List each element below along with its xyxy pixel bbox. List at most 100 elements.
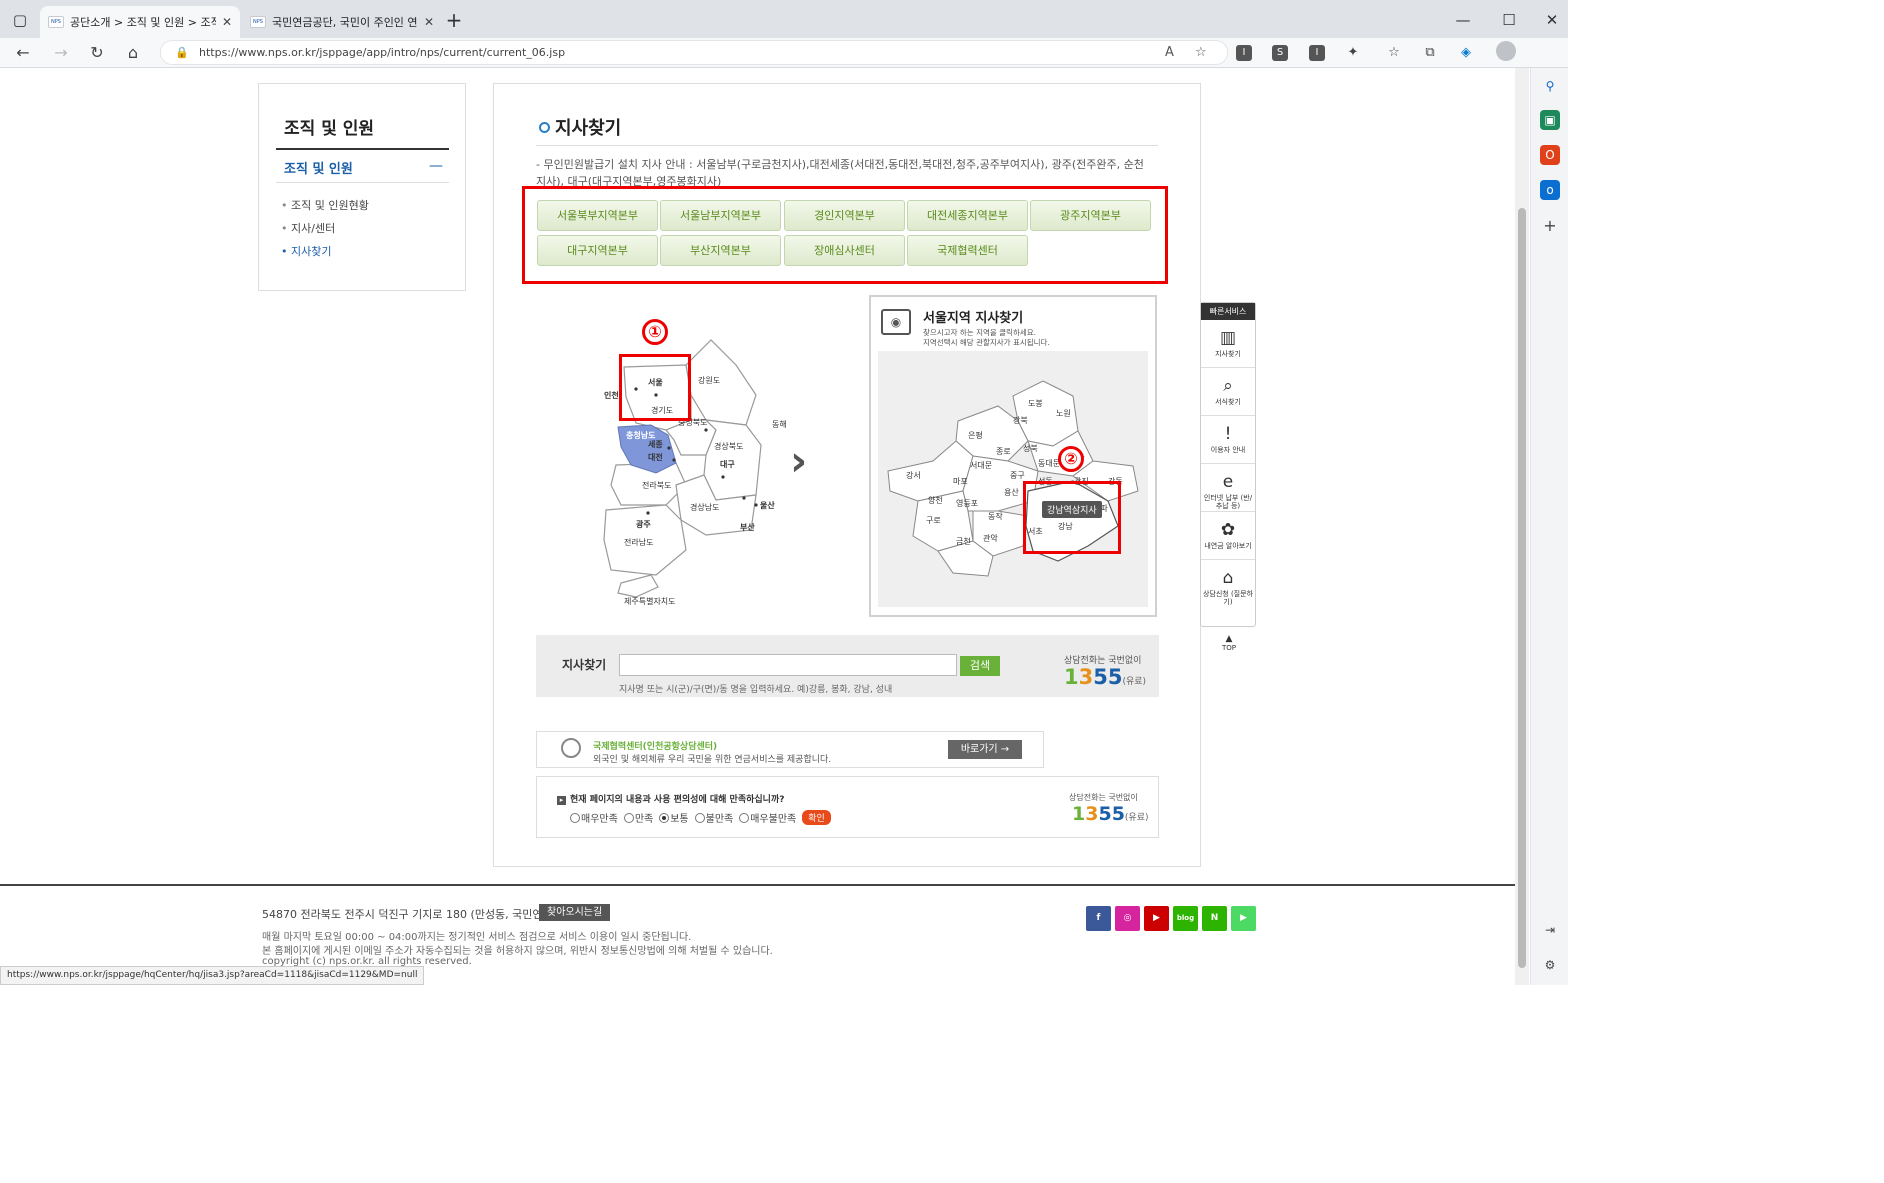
seoul-label: 구로	[926, 516, 941, 525]
office-icon[interactable]: O	[1540, 145, 1560, 165]
directions-button[interactable]: 찾아오시는길	[539, 904, 611, 921]
seoul-label: 영등포	[956, 498, 978, 508]
tab-close-icon[interactable]: ✕	[424, 15, 434, 29]
collections-icon[interactable]: ⧉	[1420, 43, 1440, 63]
lnb-list: 조직 및 인원현황 지사/센터 지사찾기	[281, 197, 369, 266]
extensions-puzzle-icon[interactable]: ✦	[1343, 43, 1363, 63]
lnb-item-branch-center[interactable]: 지사/센터	[281, 220, 369, 243]
edge-feature-icon[interactable]: ◈	[1456, 43, 1476, 63]
instagram-icon[interactable]: ◎	[1115, 906, 1140, 931]
scrollbar-thumb[interactable]	[1518, 208, 1526, 968]
facebook-icon[interactable]: f	[1086, 906, 1111, 931]
quick-item[interactable]: ⌕ 서식찾기	[1201, 368, 1255, 416]
forward-icon[interactable]: →	[49, 41, 73, 65]
favorites-icon[interactable]: ☆	[1384, 43, 1404, 63]
extension-icon[interactable]: S	[1272, 45, 1288, 61]
quick-item[interactable]: e 인터넷 납부 (반/추납 등)	[1201, 464, 1255, 512]
page-title-text: 지사찾기	[555, 118, 622, 139]
blog-icon[interactable]: blog	[1173, 906, 1198, 931]
radio-button[interactable]	[570, 812, 580, 823]
quick-item[interactable]: ✿ 내연금 알아보기	[1201, 512, 1255, 560]
radio-button[interactable]	[739, 812, 750, 823]
radio-button[interactable]	[623, 812, 634, 823]
refresh-icon[interactable]: ↻	[85, 41, 109, 65]
extension-icon[interactable]: I	[1309, 45, 1325, 61]
browser-tab-active[interactable]: NPS 공단소개 > 조직 및 인원 > 조직 ✕	[40, 6, 240, 38]
top-button[interactable]: ▲ TOP	[1218, 634, 1240, 652]
browser-tab-bar: ▢ NPS 공단소개 > 조직 및 인원 > 조직 ✕ NPS 국민연금공단, …	[0, 0, 1568, 38]
branch-search-input[interactable]	[619, 654, 957, 676]
browser-tab[interactable]: NPS 국민연금공단, 국민이 주인인 연 ✕	[242, 6, 442, 38]
outlook-icon[interactable]: o	[1540, 180, 1560, 200]
survey-option[interactable]: 매우불만족	[739, 810, 796, 825]
home-icon[interactable]: ⌂	[121, 41, 145, 65]
tab-actions-icon[interactable]: ▢	[8, 8, 32, 32]
naver-tv-icon[interactable]: ▶	[1231, 906, 1256, 931]
annotation-box-gangnam	[1023, 481, 1121, 554]
new-tab-button[interactable]: +	[442, 8, 466, 32]
left-navigation: 조직 및 인원 조직 및 인원 — 조직 및 인원현황 지사/센터 지사찾기	[258, 83, 466, 291]
info-bubble-icon: !	[1224, 424, 1232, 444]
quick-item[interactable]: ⌂ 상담신청 (질문하기)	[1201, 560, 1255, 608]
lnb-item-organization[interactable]: 조직 및 인원현황	[281, 197, 369, 220]
page-scrollbar[interactable]	[1515, 68, 1529, 985]
seoul-map[interactable]: 도봉 노원 강북 은평 성북 종로 동대문 서대문 중구 중랑 강서 마포 광진…	[878, 351, 1148, 607]
search-icon[interactable]: ⚲	[1540, 76, 1560, 96]
map-label: 강원도	[698, 375, 720, 385]
url-text[interactable]: https://www.nps.or.kr/jsppage/app/intro/…	[199, 46, 565, 59]
lnb-section[interactable]: 조직 및 인원	[284, 158, 353, 177]
youtube-icon[interactable]: ▶	[1144, 906, 1169, 931]
map-label: 전라남도	[624, 537, 653, 547]
lock-icon[interactable]: 🔒	[175, 46, 189, 59]
add-sidebar-icon[interactable]: +	[1540, 216, 1560, 236]
call-digit: 1	[1064, 665, 1079, 689]
satisfaction-survey: ▸ 현재 페이지의 내용과 사용 편의성에 대해 만족하십니까? 매우만족 만족 …	[536, 776, 1159, 838]
search-button[interactable]: 검색	[960, 656, 1000, 676]
survey-option[interactable]: 불만족	[694, 810, 733, 825]
map-label: 세종	[648, 439, 663, 449]
survey-option[interactable]: 보통	[659, 810, 689, 825]
survey-option[interactable]: 만족	[623, 810, 653, 825]
add-favorite-icon[interactable]: ☆	[1195, 45, 1207, 60]
call-digit: 55	[1098, 803, 1125, 825]
radio-button-selected[interactable]	[659, 812, 670, 823]
url-field[interactable]: 🔒 https://www.nps.or.kr/jsppage/app/intr…	[160, 40, 1228, 65]
map-label: 광주	[636, 519, 651, 529]
call-paid: (유료)	[1122, 677, 1147, 687]
radio-button[interactable]	[694, 812, 705, 823]
tab-close-icon[interactable]: ✕	[222, 15, 232, 29]
close-window-button[interactable]: ✕	[1540, 8, 1564, 32]
quick-item[interactable]: ! 이용자 안내	[1201, 416, 1255, 464]
survey-confirm-button[interactable]: 확인	[802, 810, 831, 825]
call-number: 1355(유료)	[1064, 665, 1146, 689]
survey-option[interactable]: 매우만족	[570, 810, 618, 825]
title-bullet-icon	[539, 121, 550, 133]
seoul-panel-desc: 찾으시고자 하는 지역을 클릭하세요. 지역선택시 해당 관할지사가 표시됩니다…	[923, 328, 1050, 348]
back-icon[interactable]: ←	[11, 41, 35, 65]
shopping-icon[interactable]: ▣	[1540, 110, 1560, 130]
sidebar-toggle-icon[interactable]: ⇥	[1540, 920, 1560, 940]
extension-icon[interactable]: I	[1236, 45, 1252, 61]
collapse-icon[interactable]: —	[429, 158, 443, 174]
map-label: 인천	[604, 390, 619, 400]
profile-avatar[interactable]	[1496, 41, 1516, 61]
search-label: 지사찾기	[562, 658, 607, 672]
map-label: 경상북도	[714, 441, 743, 451]
seoul-branch-panel: ◉ 서울지역 지사찾기 찾으시고자 하는 지역을 클릭하세요. 지역선택시 해당…	[869, 295, 1157, 617]
read-aloud-icon[interactable]: A	[1165, 45, 1174, 60]
quick-item[interactable]: ▥ 지사찾기	[1201, 320, 1255, 368]
maximize-button[interactable]: ☐	[1497, 8, 1521, 32]
seoul-label: 강서	[906, 470, 921, 480]
minimize-button[interactable]: —	[1451, 8, 1475, 32]
call-number: 1355(유료)	[1072, 803, 1149, 825]
survey-marker-icon: ▸	[557, 796, 566, 805]
map-region-gangwon	[685, 339, 757, 426]
divider	[536, 145, 1158, 146]
go-button[interactable]: 바로가기 →	[948, 740, 1022, 759]
tab-title: 국민연금공단, 국민이 주인인 연	[272, 16, 418, 29]
settings-icon[interactable]: ⚙	[1540, 955, 1560, 975]
edge-sidebar: ⚲ ▣ O o + ⇥ ⚙	[1530, 68, 1568, 985]
lnb-item-branch-find[interactable]: 지사찾기	[281, 243, 369, 266]
seoul-label: 은평	[968, 430, 983, 440]
naver-post-icon[interactable]: N	[1202, 906, 1227, 931]
